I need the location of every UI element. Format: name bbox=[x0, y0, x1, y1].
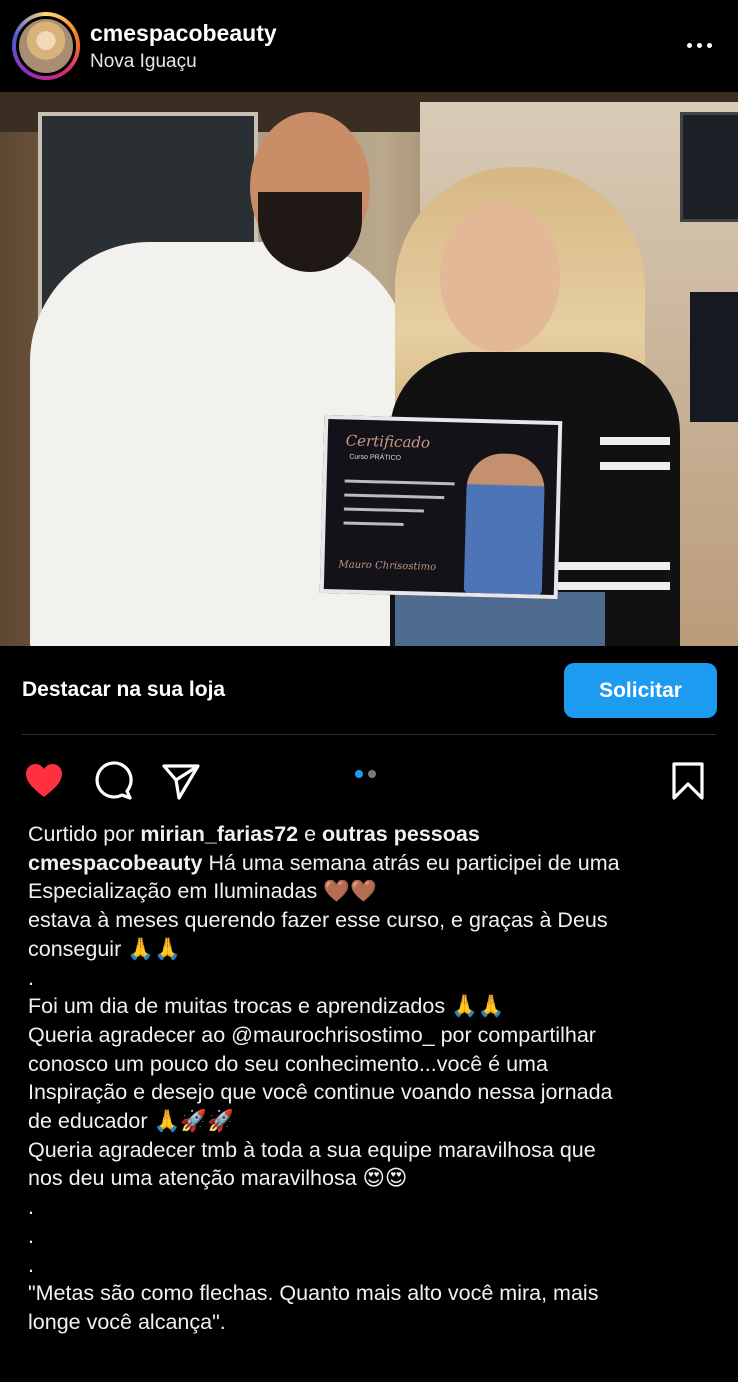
story-ring[interactable] bbox=[12, 12, 80, 80]
post-header: cmespacobeauty Nova Iguaçu bbox=[0, 0, 738, 92]
carousel-dot-active bbox=[355, 770, 363, 778]
certificate-photo bbox=[463, 452, 546, 595]
caption-author[interactable]: cmespacobeauty bbox=[28, 851, 202, 875]
caption-line: Foi um dia de muitas trocas e aprendizad… bbox=[28, 994, 505, 1019]
action-bar bbox=[0, 752, 738, 808]
caption-line: de educador 🙏🚀🚀 bbox=[28, 1109, 234, 1134]
shop-promo-label: Destacar na sua loja bbox=[22, 678, 226, 701]
likes-others-link[interactable]: outras pessoas bbox=[322, 822, 480, 846]
caption-line: . bbox=[28, 1195, 34, 1220]
certificate-title: Certificado bbox=[345, 431, 431, 452]
caption-line: Queria agradecer ao @maurochrisostimo_ p… bbox=[28, 1022, 596, 1047]
caption-line: nos deu uma atenção maravilhosa 😍😍 bbox=[28, 1166, 408, 1191]
caption-line: . bbox=[28, 1223, 34, 1248]
bookmark-icon[interactable] bbox=[668, 760, 710, 802]
caption-line: Especialização em Iluminadas 🤎🤎 bbox=[28, 879, 377, 904]
caption-line: conosco um pouco do seu conhecimento...v… bbox=[28, 1051, 548, 1076]
caption-line: Queria agradecer tmb à toda a sua equipe… bbox=[28, 1137, 596, 1162]
caption-line: . bbox=[28, 965, 34, 990]
certificate-signature: Mauro Chrisostimo bbox=[338, 559, 437, 573]
carousel-indicator bbox=[355, 770, 376, 778]
caption-line: conseguir 🙏🙏 bbox=[28, 936, 181, 961]
likes-prefix: Curtido por bbox=[28, 822, 135, 846]
caption-line: "Metas são como flechas. Quanto mais alt… bbox=[28, 1281, 599, 1306]
shop-promo-row: Destacar na sua loja Solicitar bbox=[0, 662, 738, 718]
avatar[interactable] bbox=[16, 16, 76, 76]
caption-line: estava à meses querendo fazer esse curso… bbox=[28, 908, 608, 933]
caption-text: Há uma semana atrás eu participei de uma bbox=[208, 850, 620, 875]
request-button[interactable]: Solicitar bbox=[564, 663, 717, 718]
likes-joiner: e bbox=[304, 822, 317, 846]
caption-line: cmespacobeauty Há uma semana atrás eu pa… bbox=[28, 849, 718, 878]
caption-line: longe você alcança". bbox=[28, 1309, 226, 1334]
certificate: Certificado Curso PRÁTICO Mauro Chrisost… bbox=[319, 414, 563, 600]
comment-icon[interactable] bbox=[93, 760, 135, 802]
post-location[interactable]: Nova Iguaçu bbox=[90, 51, 197, 73]
more-options-icon[interactable] bbox=[682, 32, 716, 58]
caption-line: Inspiração e desejo que você continue vo… bbox=[28, 1080, 613, 1105]
carousel-dot bbox=[368, 770, 376, 778]
post-caption: Curtido por mirian_farias72 e outras pes… bbox=[28, 820, 718, 1337]
certificate-subtitle: Curso PRÁTICO bbox=[349, 453, 402, 462]
send-icon[interactable] bbox=[160, 760, 202, 802]
heart-filled-icon[interactable] bbox=[23, 760, 65, 802]
divider bbox=[22, 734, 716, 735]
caption-line: . bbox=[28, 1252, 34, 1277]
likes-line: Curtido por mirian_farias72 e outras pes… bbox=[28, 820, 718, 849]
liker-username[interactable]: mirian_farias72 bbox=[140, 822, 298, 846]
post-image[interactable]: Certificado Curso PRÁTICO Mauro Chrisost… bbox=[0, 92, 738, 646]
post-username[interactable]: cmespacobeauty bbox=[90, 20, 277, 47]
